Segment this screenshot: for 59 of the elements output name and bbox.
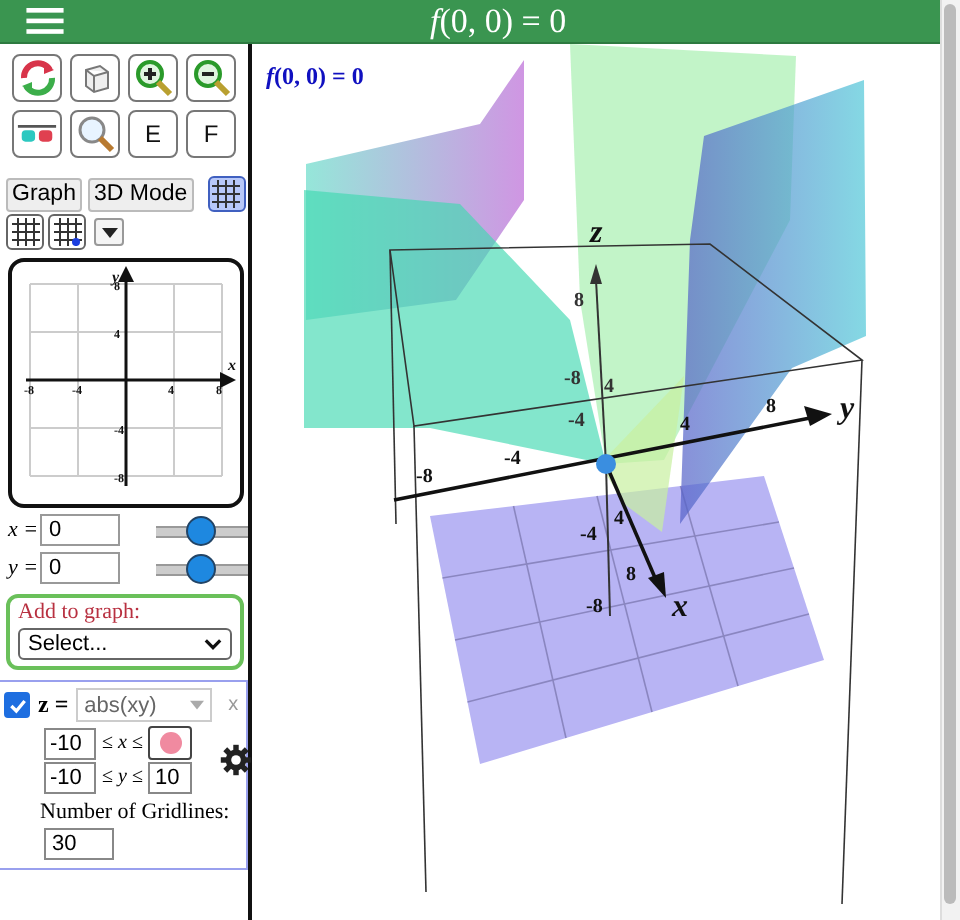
gridlines-field[interactable]: 30 bbox=[44, 828, 114, 860]
value-field[interactable]: 0 bbox=[40, 552, 121, 584]
tool-button[interactable]: F bbox=[186, 110, 236, 158]
tool-button[interactable]: E bbox=[128, 110, 178, 158]
tick-label: 4 bbox=[614, 508, 624, 530]
range-label: ≤ x ≤ bbox=[102, 732, 143, 754]
menu-icon[interactable] bbox=[26, 8, 64, 34]
settings-icon[interactable] bbox=[220, 744, 252, 776]
zoom-out-button[interactable] bbox=[186, 54, 236, 102]
caret-icon bbox=[101, 227, 117, 237]
range-label: ≤ y ≤ bbox=[102, 766, 143, 788]
window-title: f(0, 0) = 0 bbox=[430, 2, 567, 42]
glasses-icon bbox=[16, 120, 58, 148]
mode-button[interactable]: Graph bbox=[6, 177, 82, 211]
tick-label: -8 bbox=[564, 368, 581, 390]
axis-label: x bbox=[228, 356, 236, 374]
axis-label: y bbox=[840, 392, 855, 426]
tick-label: -8 bbox=[586, 596, 603, 618]
rotate-button[interactable] bbox=[12, 54, 62, 102]
tick-label: -8 bbox=[416, 466, 433, 488]
min-field[interactable]: -10 bbox=[44, 727, 96, 759]
tick-label: 8 bbox=[766, 396, 776, 418]
mode-button[interactable]: 3D Mode bbox=[87, 177, 194, 211]
grid-button[interactable] bbox=[6, 214, 44, 250]
slider-thumb[interactable] bbox=[186, 553, 217, 583]
slider-thumb[interactable] bbox=[186, 515, 217, 545]
point-marker[interactable] bbox=[596, 454, 616, 474]
gridlines-label: Number of Gridlines: bbox=[40, 800, 232, 824]
variable-label: y = bbox=[8, 556, 41, 580]
grid-button[interactable] bbox=[207, 176, 246, 212]
tick-label: 4 bbox=[680, 414, 690, 436]
color-picker[interactable] bbox=[148, 726, 193, 760]
select-dropdown[interactable]: Select... bbox=[18, 628, 232, 660]
dropdown-button[interactable] bbox=[94, 218, 124, 246]
chevron-down-icon bbox=[204, 638, 222, 650]
tick-label: 4 bbox=[604, 376, 614, 398]
glasses-button[interactable] bbox=[12, 110, 62, 158]
min-field[interactable]: -10 bbox=[44, 761, 96, 793]
cube-button[interactable] bbox=[70, 54, 120, 102]
variable-label: x = bbox=[8, 518, 41, 542]
caret-icon bbox=[190, 700, 205, 710]
tick-label: -4 bbox=[568, 410, 585, 432]
value-field[interactable]: 0 bbox=[40, 514, 121, 546]
scrollbar[interactable] bbox=[940, 0, 960, 920]
tick-label: -4 bbox=[504, 448, 521, 470]
search-button[interactable] bbox=[70, 110, 120, 158]
value-label: f(0, 0) = 0 bbox=[266, 62, 364, 92]
tick-label: 8 bbox=[574, 290, 584, 312]
expression-field[interactable]: abs(xy) bbox=[76, 688, 213, 722]
grid-button[interactable] bbox=[48, 214, 86, 250]
max-field[interactable]: 10 bbox=[148, 761, 193, 793]
axis-label: z bbox=[590, 216, 603, 250]
axis-label: x bbox=[672, 590, 688, 624]
tick-label: -4 bbox=[580, 524, 597, 546]
tick-label: 8 bbox=[626, 564, 636, 586]
zoom-in-button[interactable] bbox=[128, 54, 178, 102]
checkbox[interactable] bbox=[4, 692, 30, 718]
equation-label: z = bbox=[38, 690, 69, 720]
add-label: Add to graph: bbox=[18, 600, 143, 624]
